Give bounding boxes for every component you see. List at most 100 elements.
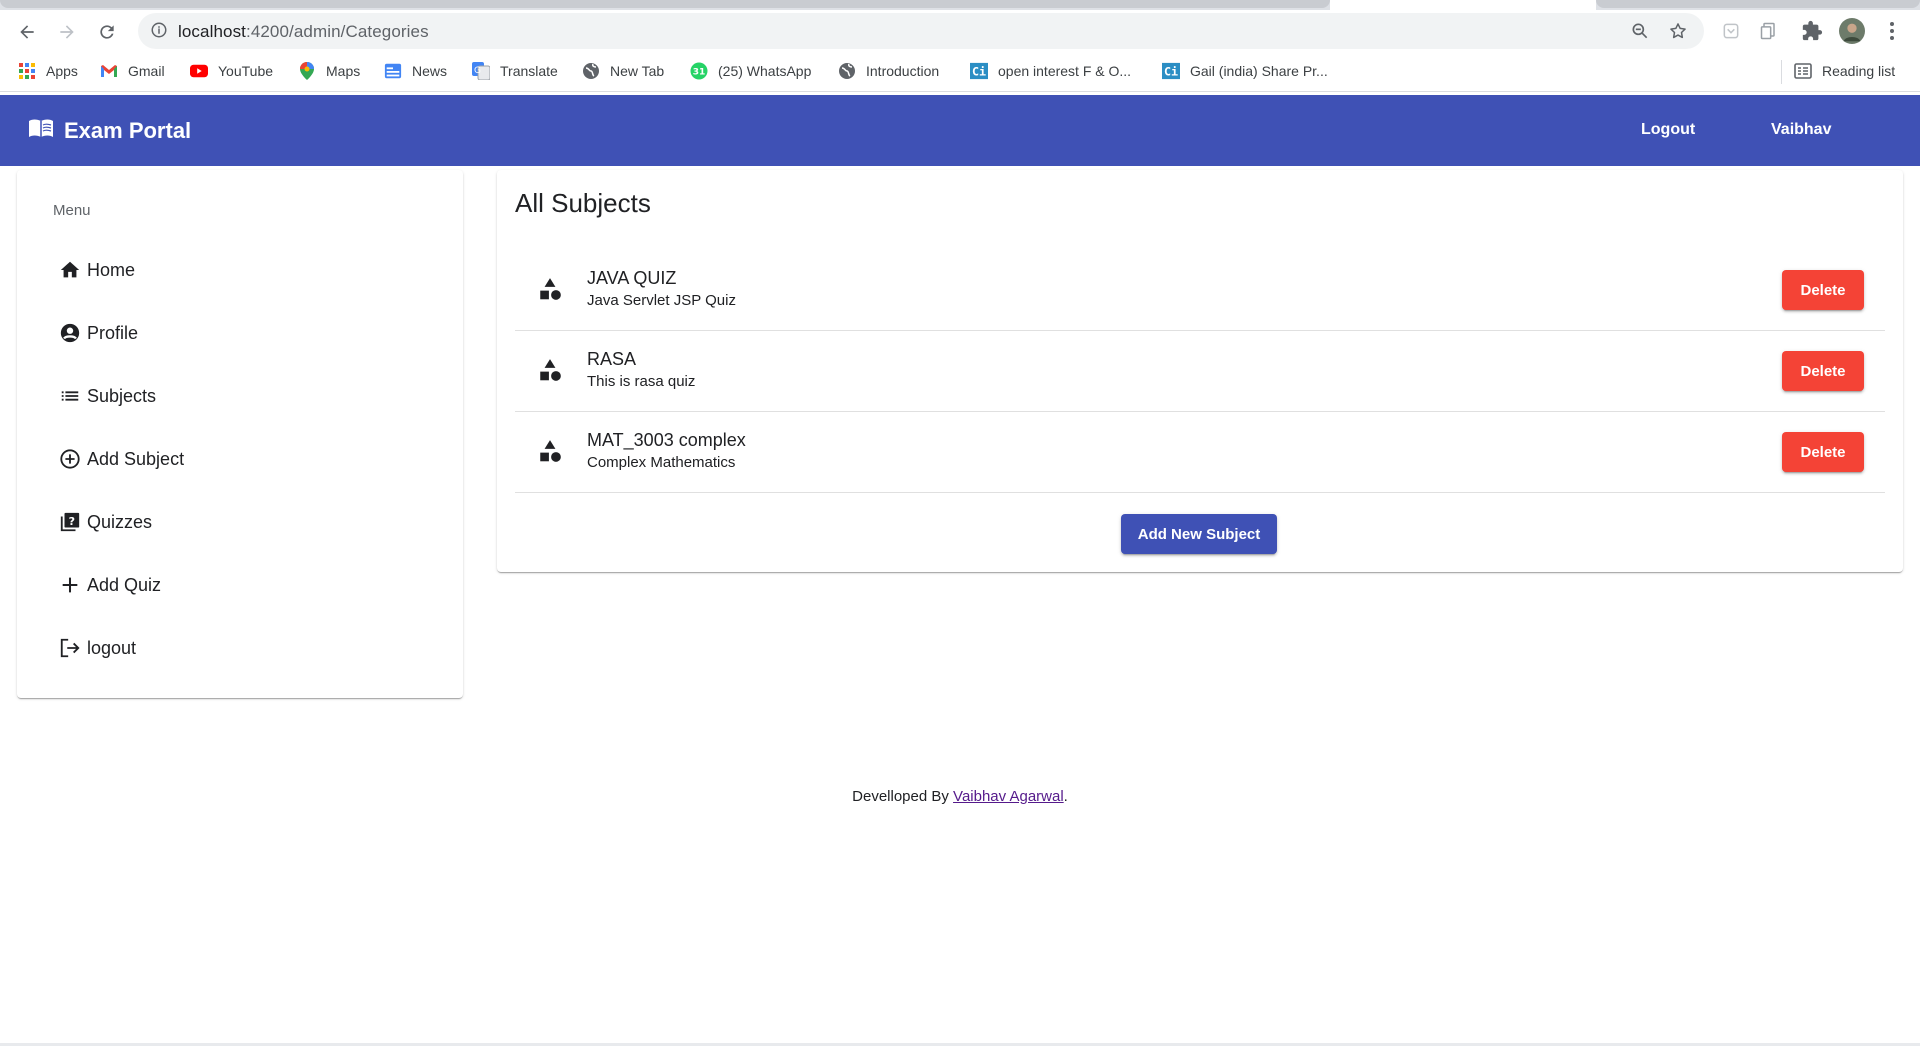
footer: Develloped By Vaibhav Agarwal. [0, 788, 1920, 805]
sidebar-item-subjects[interactable]: Subjects [57, 381, 156, 411]
add-circle-icon [57, 446, 83, 472]
logout-icon [57, 635, 83, 661]
extension-pocket-icon[interactable] [1718, 18, 1744, 44]
quiz-icon: ? [57, 509, 83, 535]
sidebar-item-profile[interactable]: Profile [57, 318, 138, 348]
reading-list-button[interactable]: Reading list [1794, 62, 1895, 80]
background-tab[interactable] [1596, 0, 1920, 8]
sidebar-item-label: Home [87, 259, 136, 280]
author-link[interactable]: Vaibhav Agarwal [953, 788, 1064, 805]
browser-toolbar: localhost:4200/admin/Categories [0, 10, 1920, 52]
page-title: All Subjects [515, 188, 651, 218]
forward-button[interactable] [53, 18, 81, 46]
subject-list-item[interactable]: JAVA QUIZ Java Servlet JSP Quiz Delete [515, 250, 1885, 331]
active-tab[interactable] [1330, 0, 1596, 10]
translate-icon: G [472, 62, 490, 80]
url-host: localhost [178, 22, 246, 41]
globe-icon [838, 62, 856, 80]
category-icon [537, 357, 563, 383]
sidebar-item-label: Add Subject [87, 448, 185, 469]
sidebar-item-home[interactable]: Home [57, 255, 135, 285]
sidebar-menu: Menu Home Profile Subjects Add Subject ?… [17, 170, 463, 698]
bookmark-gail-share[interactable]: Ci Gail (india) Share Pr... [1162, 62, 1328, 80]
bookmark-new-tab[interactable]: New Tab [582, 62, 664, 80]
list-icon [57, 383, 83, 409]
bookmark-label: Introduction [866, 63, 940, 79]
chrome-menu-icon[interactable] [1879, 18, 1905, 44]
sidebar-item-label: Add Quiz [87, 574, 162, 595]
site-info-icon[interactable] [150, 21, 168, 44]
subject-title: JAVA QUIZ [587, 268, 677, 288]
bookmark-label: open interest F & O... [998, 63, 1132, 79]
sidebar-item-label: Quizzes [87, 511, 153, 532]
plus-icon [57, 572, 83, 598]
brand[interactable]: Exam Portal [28, 117, 191, 144]
subject-list-item[interactable]: RASA This is rasa quiz Delete [515, 331, 1885, 412]
delete-button[interactable]: Delete [1782, 270, 1864, 310]
bookmark-label: Gmail [128, 63, 165, 79]
background-tab[interactable] [0, 0, 1330, 8]
back-arrow-icon [20, 25, 34, 39]
gmail-icon [100, 62, 118, 80]
bookmark-label: Gail (india) Share Pr... [1190, 63, 1328, 79]
url-text[interactable]: localhost:4200/admin/Categories [178, 22, 429, 42]
user-name-link[interactable]: Vaibhav [1771, 121, 1831, 139]
forward-arrow-icon [60, 25, 74, 39]
add-new-subject-button[interactable]: Add New Subject [1121, 514, 1277, 554]
globe-icon [582, 62, 600, 80]
delete-button[interactable]: Delete [1782, 432, 1864, 472]
bookmark-news[interactable]: News [384, 62, 447, 80]
home-icon [57, 257, 83, 283]
subject-description: This is rasa quiz [587, 373, 696, 390]
news-icon [384, 62, 402, 80]
bookmark-label: News [412, 63, 448, 79]
bookmark-apps[interactable]: Apps [18, 62, 78, 80]
bookmark-label: New Tab [610, 63, 665, 79]
bookmark-open-interest[interactable]: Ci open interest F & O... [970, 62, 1131, 80]
whatsapp-badge-icon: 31 [690, 62, 708, 80]
tab-strip [0, 0, 1920, 10]
sidebar-item-label: Profile [87, 322, 139, 343]
sidebar-item-label: logout [87, 637, 137, 658]
ci-icon-text: Ci [972, 65, 986, 79]
sidebar-item-add-subject[interactable]: Add Subject [57, 444, 184, 474]
menu-book-icon [28, 117, 54, 144]
bookmark-introduction[interactable]: Introduction [838, 62, 939, 80]
category-icon [537, 276, 563, 302]
sidebar-item-quizzes[interactable]: ? Quizzes [57, 507, 152, 537]
bookmark-maps[interactable]: Maps [298, 62, 360, 80]
footer-suffix: . [1063, 788, 1068, 805]
extensions-puzzle-icon[interactable] [1799, 18, 1825, 44]
footer-prefix: Develloped By [852, 788, 954, 805]
zoom-icon[interactable] [1630, 21, 1650, 46]
bookmark-youtube[interactable]: YouTube [190, 62, 273, 80]
sidebar-item-add-quiz[interactable]: Add Quiz [57, 570, 161, 600]
bookmark-star-icon[interactable] [1668, 21, 1688, 46]
bookmark-gmail[interactable]: Gmail [100, 62, 165, 80]
reload-button[interactable] [93, 18, 121, 46]
bookmark-translate[interactable]: G Translate [472, 62, 558, 80]
back-button[interactable] [13, 18, 41, 46]
svg-text:G: G [474, 66, 481, 76]
menu-heading: Menu [53, 202, 91, 219]
sidebar-item-logout[interactable]: logout [57, 633, 136, 663]
ci-icon: Ci [970, 62, 988, 80]
extension-copy-icon[interactable] [1756, 18, 1782, 44]
bookmarks-bar: Apps Gmail YouTube Maps News G Translate [0, 52, 1920, 92]
sidebar-item-label: Subjects [87, 385, 157, 406]
subject-title: RASA [587, 349, 637, 369]
whatsapp-badge-count: 31 [693, 68, 706, 78]
svg-text:?: ? [69, 515, 75, 528]
bookmark-whatsapp[interactable]: 31 (25) WhatsApp [690, 62, 811, 80]
ci-icon: Ci [1162, 62, 1180, 80]
subject-description: Complex Mathematics [587, 454, 736, 471]
ci-icon-text: Ci [1164, 65, 1178, 79]
profile-avatar[interactable] [1839, 18, 1865, 44]
app-toolbar: Exam Portal Logout Vaibhav [0, 95, 1920, 166]
url-path: :4200/admin/Categories [246, 22, 429, 41]
subject-list-item[interactable]: MAT_3003 complex Complex Mathematics Del… [515, 412, 1885, 493]
address-bar[interactable]: localhost:4200/admin/Categories [138, 13, 1704, 49]
delete-button[interactable]: Delete [1782, 351, 1864, 391]
bookmark-label: Apps [46, 63, 78, 79]
logout-link[interactable]: Logout [1641, 121, 1695, 139]
